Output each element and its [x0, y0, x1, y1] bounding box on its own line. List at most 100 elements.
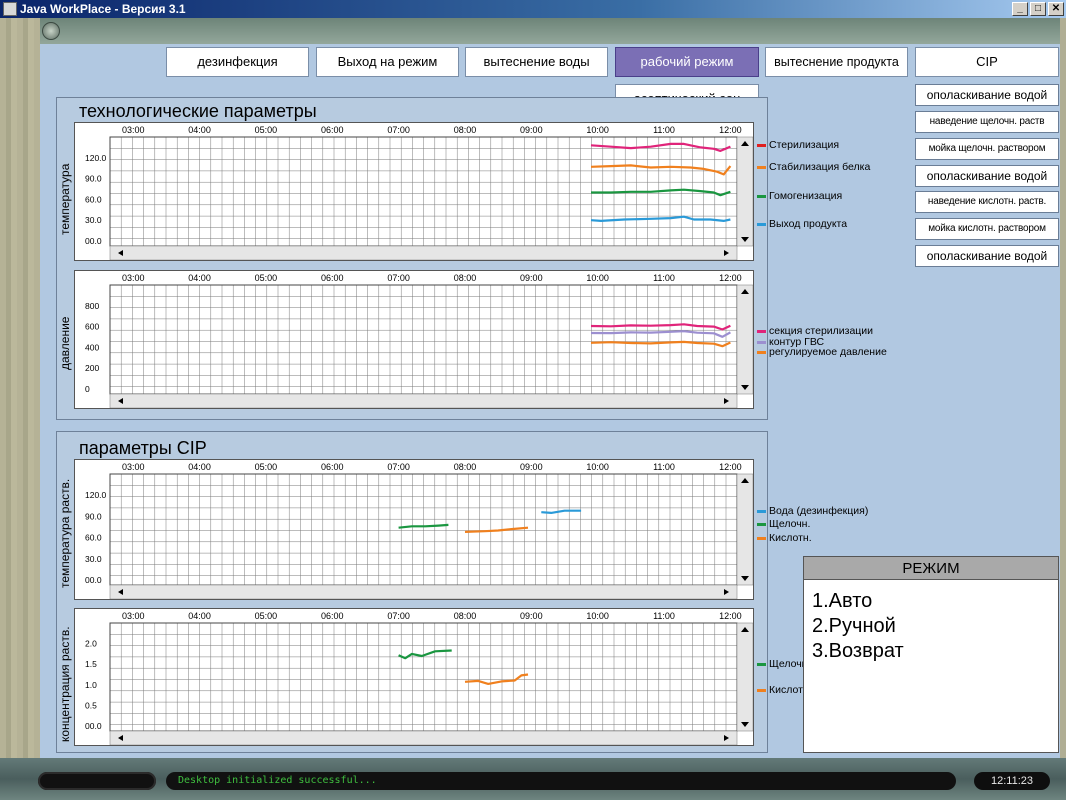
chart-svg: 03:00 04:00 05:00 06:00 07:00 08:00 09:00 10:00…	[75, 609, 753, 745]
mode-button-disinfection[interactable]: дезинфекция	[166, 47, 309, 77]
legend-swatch	[757, 350, 766, 354]
legend-swatch	[757, 194, 766, 198]
time-tick-label: 03:00	[122, 611, 145, 621]
time-tick-label: 03:00	[122, 273, 145, 283]
y-tick-label: 1.5	[85, 659, 97, 669]
cip-step-rinse-water-2[interactable]: ополаскивание водой	[915, 165, 1059, 187]
grid	[109, 473, 737, 585]
series-line	[398, 523, 449, 529]
y-tick-label: 0.5	[85, 700, 97, 710]
time-tick-label: 08:00	[454, 125, 477, 135]
ylabel-pressure: давление	[58, 316, 72, 370]
legend-acid: Кислотн.	[757, 532, 812, 544]
time-header	[75, 123, 753, 137]
close-button[interactable]: ✕	[1048, 2, 1064, 16]
menu-knob-icon[interactable]	[42, 22, 60, 40]
time-header	[75, 609, 753, 623]
regime-item-return[interactable]: 3.Возврат	[812, 640, 904, 663]
time-tick-label: 10:00	[586, 273, 609, 283]
legend-protein-stabilization: Стабилизация белка	[757, 161, 870, 173]
legend-swatch	[757, 143, 766, 147]
status-message: Desktop initialized successful...	[166, 772, 956, 790]
cip-temperature-chart: 03:00 04:00 05:00 06:00 07:00 08:00 09:00 10:00…	[74, 459, 754, 600]
time-tick-label: 12:00	[719, 462, 742, 472]
mode-button-product-displacement[interactable]: вытеснение продукта	[765, 47, 908, 77]
series-line	[591, 188, 731, 197]
v-scrollbar[interactable]	[736, 284, 753, 395]
time-tick-label: 03:00	[122, 125, 145, 135]
y-tick-label: 60.0	[85, 194, 102, 204]
h-scrollbar[interactable]	[109, 730, 738, 745]
time-tick-label: 04:00	[188, 125, 211, 135]
grid	[109, 284, 737, 394]
time-tick-label: 12:00	[719, 273, 742, 283]
v-scrollbar[interactable]	[736, 473, 753, 586]
legend-swatch	[757, 522, 766, 526]
y-tick-label: 60.0	[85, 533, 102, 543]
cip-step-acid-prep[interactable]: наведение кислотн. раств.	[915, 191, 1059, 213]
time-tick-label: 07:00	[387, 462, 410, 472]
legend-swatch	[757, 662, 766, 666]
series-line	[464, 673, 529, 685]
series-line	[590, 164, 732, 176]
time-tick-label: 11:00	[653, 462, 675, 472]
v-scrollbar[interactable]	[736, 136, 753, 247]
regime-item-manual[interactable]: 2.Ручной	[812, 615, 896, 638]
y-tick-label: 800	[85, 301, 99, 311]
v-scrollbar[interactable]	[736, 622, 753, 732]
legend-alkali: Щелочн.	[757, 518, 810, 530]
java-app-icon[interactable]	[3, 2, 17, 16]
series-line	[590, 330, 731, 338]
temperature-chart: 03:00 04:00 05:00 06:00 07:00 08:00 09:00 10:00…	[74, 122, 754, 261]
cip-concentration-chart: 03:00 04:00 05:00 06:00 07:00 08:00 09:00 10:00…	[74, 608, 754, 746]
time-tick-label: 12:00	[719, 125, 742, 135]
stone-background-right	[1060, 18, 1066, 800]
h-scrollbar[interactable]	[109, 393, 738, 408]
time-tick-label: 10:00	[586, 125, 609, 135]
cip-step-rinse-water-3[interactable]: ополаскивание водой	[915, 245, 1059, 267]
cip-step-rinse-water-1[interactable]: ополаскивание водой	[915, 84, 1059, 106]
time-tick-label: 05:00	[255, 611, 278, 621]
cip-step-alkali-wash[interactable]: мойка щелочн. раствором	[915, 138, 1059, 160]
legend-swatch	[757, 222, 766, 226]
ylabel-temperature: температура	[58, 163, 72, 235]
time-tick-label: 06:00	[321, 611, 344, 621]
y-tick-label: 2.0	[85, 639, 97, 649]
y-tick-label: 30.0	[85, 215, 102, 225]
y-tick-label: 120.0	[85, 153, 107, 163]
y-tick-label: 90.0	[85, 511, 102, 521]
regime-item-auto[interactable]: 1.Авто	[812, 590, 872, 613]
legend-product-output: Выход продукта	[757, 218, 847, 230]
time-tick-label: 10:00	[586, 462, 609, 472]
time-tick-label: 09:00	[520, 611, 543, 621]
series-line	[590, 340, 731, 348]
y-tick-label: 400	[85, 342, 99, 352]
legend-swatch	[757, 340, 766, 344]
h-scrollbar[interactable]	[109, 584, 738, 599]
time-tick-label: 08:00	[454, 611, 477, 621]
time-tick-label: 05:00	[255, 462, 278, 472]
cip-step-alkali-prep[interactable]: наведение щелочн. раств	[915, 111, 1059, 133]
time-tick-label: 04:00	[188, 462, 211, 472]
mode-button-working[interactable]: рабочий режим	[615, 47, 759, 77]
time-tick-label: 10:00	[586, 611, 609, 621]
y-tick-label: 0	[85, 384, 90, 394]
maximize-button[interactable]: □	[1030, 2, 1046, 16]
h-scrollbar[interactable]	[109, 245, 738, 260]
mode-button-water-displacement[interactable]: вытеснение воды	[465, 47, 608, 77]
pressure-chart: 03:00 04:00 05:00 06:00 07:00 08:00 09:00 10:00…	[74, 270, 754, 409]
task-pill[interactable]	[38, 772, 156, 790]
series-line	[541, 509, 582, 514]
legend-swatch	[757, 165, 766, 169]
series-line	[464, 526, 529, 533]
legend-swatch	[757, 688, 766, 692]
legend-swatch	[757, 536, 766, 540]
mode-button-startup[interactable]: Выход на режим	[316, 47, 459, 77]
cip-step-acid-wash[interactable]: мойка кислотн. раствором	[915, 218, 1059, 240]
time-tick-label: 07:00	[387, 125, 410, 135]
y-tick-label: 00.0	[85, 236, 102, 246]
minimize-button[interactable]: _	[1012, 2, 1028, 16]
time-tick-label: 09:00	[520, 273, 543, 283]
mode-button-cip[interactable]: CIP	[915, 47, 1059, 77]
legend-sterilization: Стерилизация	[757, 139, 839, 151]
